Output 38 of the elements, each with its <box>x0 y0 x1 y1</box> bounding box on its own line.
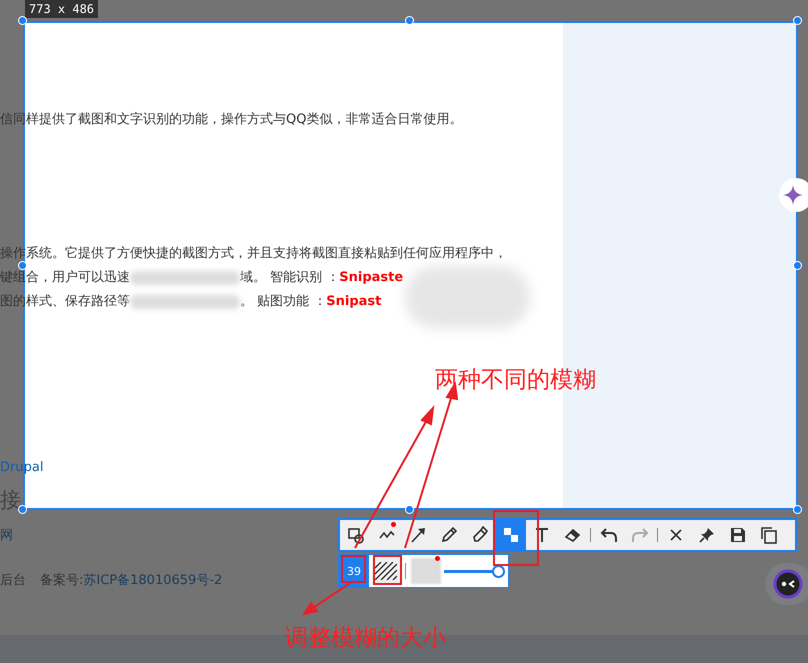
record-label: 备案号: <box>40 573 84 588</box>
size-label: 773 x 486 <box>25 0 98 18</box>
hatch-icon <box>375 562 397 580</box>
highlighted-term: Snipaste <box>339 271 404 284</box>
resize-handle[interactable] <box>793 505 802 514</box>
resize-handle[interactable] <box>405 505 414 514</box>
pin-icon <box>698 526 716 544</box>
resize-handle[interactable] <box>18 261 27 270</box>
save-icon <box>728 526 746 544</box>
article-text: 。 贴图功能 ： <box>240 295 326 308</box>
copy-icon <box>760 526 778 544</box>
chat-bot-button[interactable] <box>765 563 808 605</box>
marker-icon <box>470 526 488 544</box>
sparkle-icon <box>783 185 803 205</box>
annotation-arrow <box>302 580 354 616</box>
blur-style-swatch[interactable] <box>411 558 441 584</box>
pencil-icon <box>440 526 458 544</box>
annotation-box <box>373 555 402 585</box>
bot-face-icon <box>773 569 803 599</box>
highlighted-term: Snipast <box>326 295 382 308</box>
annotation-text: 调整模糊的大小 <box>285 624 446 653</box>
mosaic-tool-button[interactable] <box>495 520 526 550</box>
redo-icon <box>630 526 648 544</box>
resize-handle[interactable] <box>405 16 414 25</box>
resize-handle[interactable] <box>18 16 27 25</box>
arrow-icon <box>408 526 426 544</box>
annotation-box <box>493 510 539 566</box>
annotation-box <box>341 555 366 583</box>
article-text: 域。 智能识别 ： <box>240 271 340 284</box>
record-link[interactable]: 苏ICP备18010659号-2 <box>83 573 222 588</box>
shape-icon <box>346 526 364 544</box>
resize-handle[interactable] <box>793 261 802 270</box>
annotation-text: 两种不同的模糊 <box>435 366 596 395</box>
admin-link[interactable]: 后台 <box>0 571 26 589</box>
footer-link[interactable]: 网 <box>0 526 13 544</box>
resize-handle[interactable] <box>793 16 802 25</box>
undo-icon <box>600 526 618 544</box>
eraser-icon <box>564 526 582 544</box>
